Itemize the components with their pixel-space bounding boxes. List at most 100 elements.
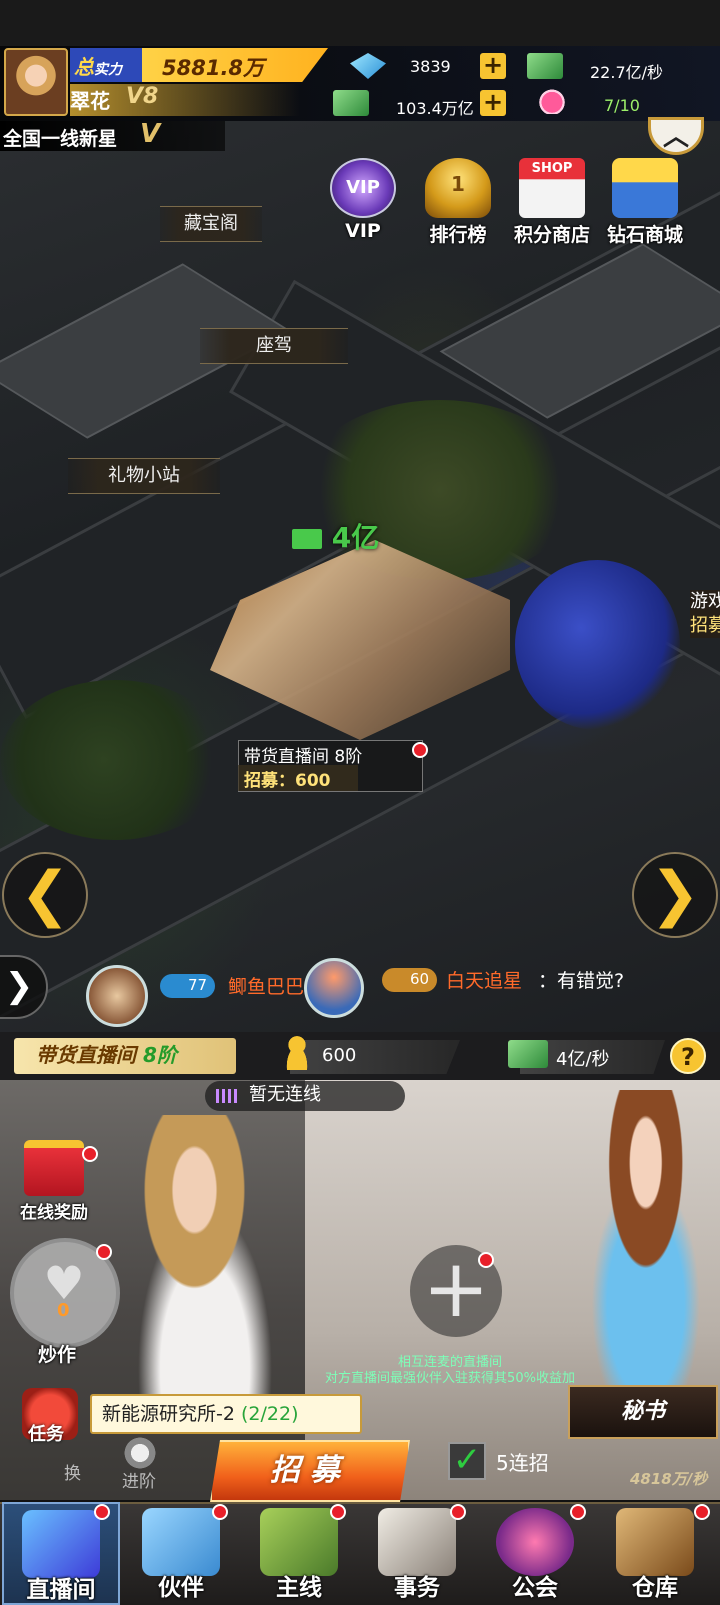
cube-icon — [22, 1510, 100, 1578]
mission-label: 任务 — [28, 1424, 64, 1445]
documents-icon — [378, 1508, 456, 1576]
building-label-game-text: 游戏 — [690, 591, 720, 612]
diamond-mall-label: 钻石商城 — [606, 224, 683, 246]
mission-banner[interactable]: 新能源研究所-2 (2/22) — [90, 1394, 362, 1434]
diamond-count: 3839 — [410, 57, 451, 76]
points-shop-label: 积分商店 — [513, 224, 590, 246]
help-button[interactable]: ? — [670, 1038, 706, 1074]
player-name: 翠花 — [70, 89, 110, 113]
nav-label: 伙伴 — [158, 1575, 204, 1601]
power-value: 5881.8万 — [162, 56, 265, 80]
ranking-button[interactable]: 1 排行榜 — [418, 158, 498, 248]
advance-button[interactable]: 进阶 — [122, 1467, 156, 1492]
income-float[interactable]: 4亿 — [292, 516, 379, 556]
income-rate: 4亿/秒 — [556, 1049, 610, 1070]
mission-progress: (2/22) — [241, 1403, 299, 1425]
mini-button-row: 换 进阶 — [10, 1435, 210, 1499]
notification-dot — [412, 742, 428, 758]
tree-cluster — [0, 680, 230, 840]
next-building-button[interactable]: ❯ — [632, 852, 718, 938]
building-label-gift-station[interactable]: 礼物小站 — [68, 458, 220, 494]
hype-label: 炒作 — [38, 1344, 77, 1366]
ranking-label: 排行榜 — [429, 224, 487, 246]
exchange-button[interactable]: 换 — [64, 1459, 81, 1484]
link-tip: 相互连麦的直播间 对方直播间最强伙伴入驻获得其50%收益加 — [300, 1355, 600, 1387]
secretary-button[interactable]: 秘书 — [568, 1385, 718, 1439]
add-diamond-button[interactable]: + — [480, 53, 506, 79]
cart-icon — [612, 158, 678, 218]
gear-icon[interactable] — [122, 1435, 158, 1471]
nav-label: 直播间 — [26, 1577, 96, 1603]
backpack-icon — [260, 1508, 338, 1576]
nav-label: 事务 — [394, 1575, 440, 1601]
chat-sender-name[interactable]: 白天追星 — [446, 966, 522, 993]
add-cash-button[interactable]: + — [480, 90, 506, 116]
building-label-game-recruit: 招募 — [690, 615, 720, 636]
secretary-rate: 4818万/秒 — [630, 1470, 708, 1488]
chat-sender-name[interactable]: 鲫鱼巴巴 — [228, 972, 304, 999]
link-status-text: 暂无连线 — [249, 1084, 321, 1105]
prev-building-button[interactable]: ❮ — [2, 852, 88, 938]
room-name-tag: 带货直播间 8阶 — [14, 1038, 236, 1074]
blue-tree-cluster — [515, 560, 680, 730]
cash-icon — [508, 1040, 548, 1068]
winged-heart-icon — [534, 88, 570, 114]
status-bar — [0, 0, 720, 46]
crown-badge-icon — [496, 1508, 574, 1576]
cash-rate: 22.7亿/秒 — [590, 63, 664, 82]
notification-dot — [96, 1244, 112, 1260]
fans-segment — [290, 1040, 460, 1074]
room-name: 带货直播间 — [36, 1043, 136, 1067]
cash-icon — [292, 529, 322, 549]
player-title: 全国一线新星 — [3, 128, 118, 150]
heart-count: 7/10 — [604, 96, 640, 115]
link-tip-line: 相互连麦的直播间 — [397, 1355, 502, 1370]
income-float-value: 4亿 — [331, 521, 380, 554]
vip-button[interactable]: VIP VIP — [323, 158, 403, 248]
cash-icon — [527, 53, 563, 79]
points-shop-button[interactable]: SHOP 积分商店 — [512, 158, 592, 248]
anchor-character[interactable] — [100, 1115, 310, 1415]
building-label-treasure[interactable]: 藏宝阁 — [160, 206, 262, 242]
player-avatar[interactable] — [4, 48, 68, 116]
building-label-car[interactable]: 座驾 — [200, 328, 348, 364]
diamond-mall-button[interactable]: 钻石商城 — [605, 158, 685, 248]
five-recruit-checkbox[interactable]: ✓ — [448, 1442, 486, 1480]
hype-count: 0 — [57, 1300, 70, 1321]
vip-icon: VIP — [330, 158, 396, 218]
room-level: 8阶 — [142, 1043, 177, 1067]
chat-level-badge: 77 — [160, 974, 216, 998]
notification-dot — [82, 1146, 98, 1162]
online-reward-label: 在线奖励 — [20, 1203, 88, 1223]
title-badge: V — [140, 119, 161, 149]
link-tip-line: 对方直播间最强伙伴入驻获得其50%收益加 — [325, 1371, 575, 1386]
building-label-game[interactable]: 游戏 招募 — [690, 590, 720, 638]
cash-total: 103.4万亿 — [396, 99, 474, 118]
trophy-icon: 1 — [425, 158, 491, 218]
safe-icon — [616, 1508, 694, 1576]
building-name: 带货直播间 8阶 — [244, 747, 363, 767]
nav-label: 主线 — [276, 1575, 322, 1601]
cash-icon — [333, 90, 369, 116]
person-icon — [280, 1034, 314, 1070]
notification-dot — [330, 1504, 346, 1520]
notification-dot — [570, 1504, 586, 1520]
chat-level-badge: 60 — [382, 968, 438, 992]
chat-avatar-mountain[interactable] — [304, 958, 364, 1018]
chat-message: ：有错觉? — [538, 970, 625, 992]
recruit-button[interactable]: 招募 — [210, 1440, 410, 1502]
vip-label: VIP — [345, 220, 381, 242]
notification-dot — [212, 1504, 228, 1520]
chat-level-value: 77 — [188, 976, 208, 994]
mission-text: 新能源研究所-2 — [102, 1403, 235, 1425]
notification-dot — [694, 1504, 710, 1520]
notification-dot — [450, 1504, 466, 1520]
chat-level-value: 60 — [410, 970, 430, 988]
nav-label: 仓库 — [632, 1575, 678, 1601]
fans-count: 600 — [322, 1045, 357, 1066]
chat-avatar-train[interactable] — [86, 965, 148, 1027]
building-recruit-cost: 招募：600 — [244, 771, 331, 791]
audio-wave-icon — [216, 1089, 240, 1103]
five-recruit-label: 5连招 — [496, 1451, 549, 1475]
notification-dot — [94, 1504, 110, 1520]
